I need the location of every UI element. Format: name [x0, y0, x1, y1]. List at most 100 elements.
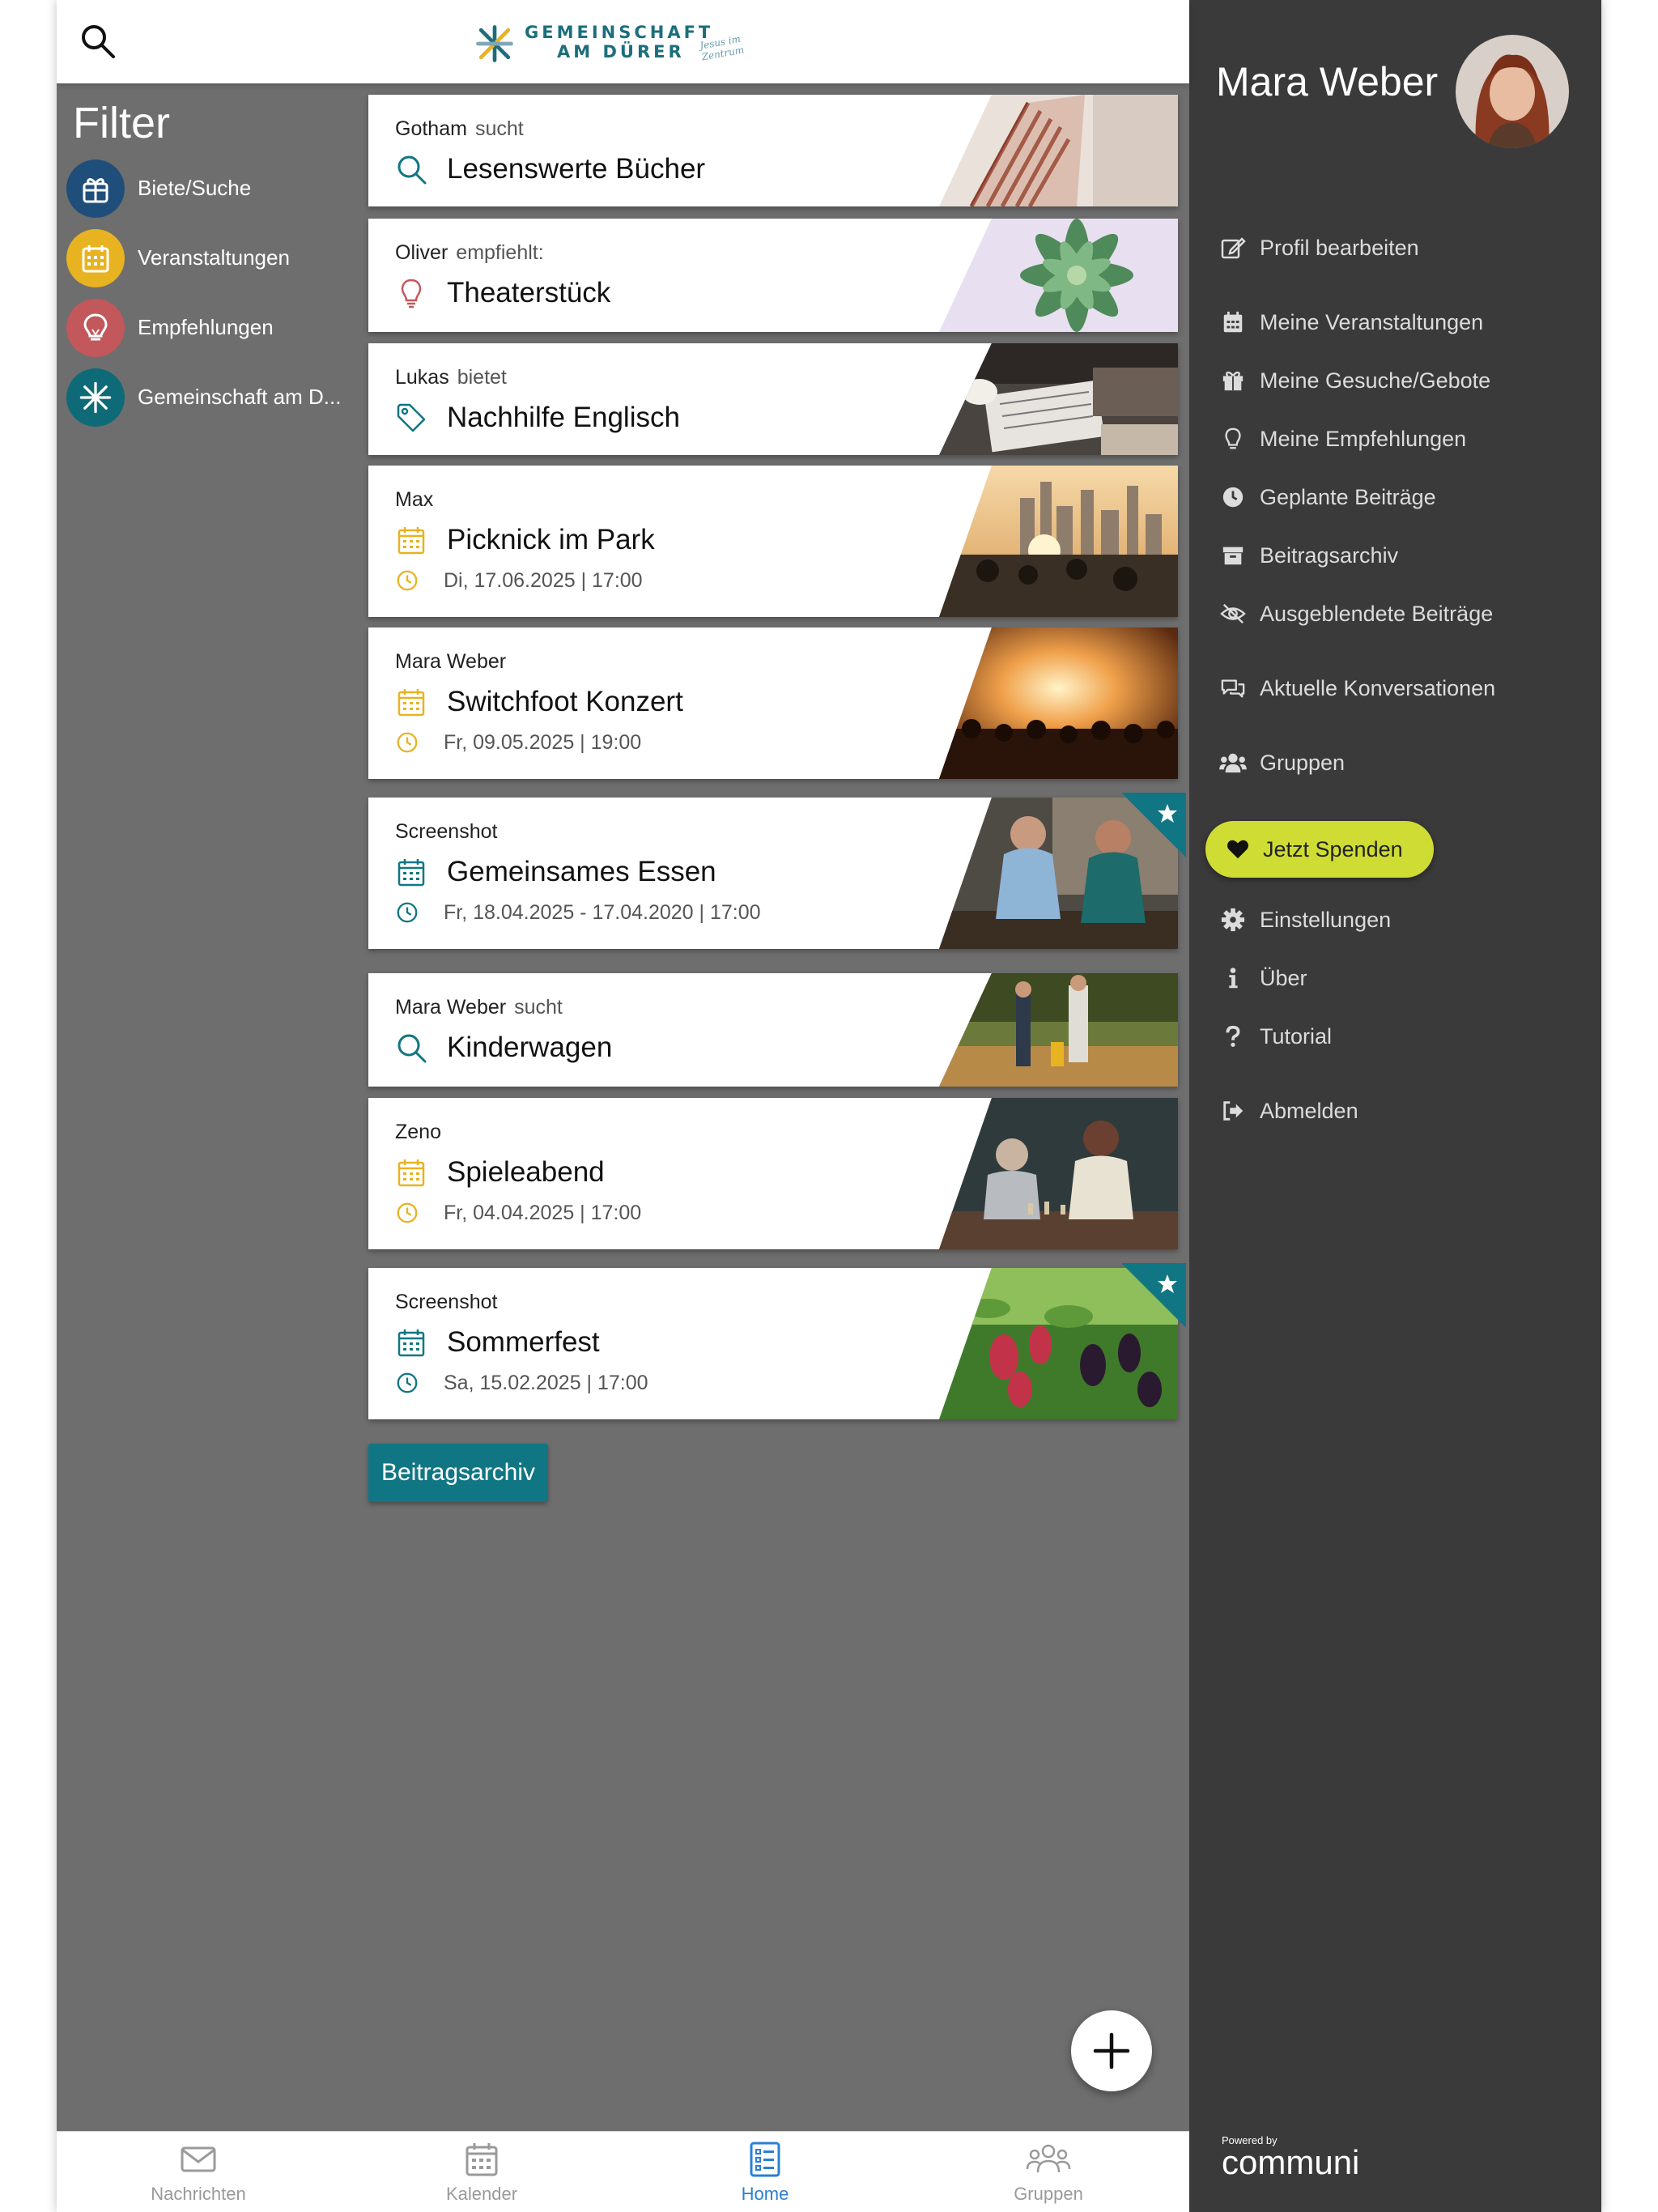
side-menu: Mara Weber Profil bearbeiten Meine Veran…	[1189, 0, 1601, 2212]
post-author-line: Zeno	[395, 1121, 441, 1144]
search-icon[interactable]	[79, 23, 117, 60]
users-icon	[1218, 748, 1248, 777]
calendar-icon	[397, 859, 425, 887]
menu-tutorial[interactable]: Tutorial	[1218, 1020, 1567, 1053]
menu-groups[interactable]: Gruppen	[1218, 747, 1567, 779]
menu-my-offers[interactable]: Meine Gesuche/Gebote	[1218, 364, 1567, 397]
community-logo-icon	[476, 25, 513, 62]
top-bar: GEMEINSCHAFT AM DÜRER Jesus im Zentrum	[57, 0, 1189, 83]
post-title: Kinderwagen	[447, 1032, 613, 1063]
post-card[interactable]: Lukas bietet Nachhilfe Englisch	[368, 343, 1178, 455]
clock-icon	[397, 732, 418, 753]
post-image-city	[939, 466, 1178, 617]
menu-label: Tutorial	[1260, 1023, 1333, 1049]
post-author-line: Max	[395, 488, 433, 512]
post-card[interactable]: Screenshot Sommerfest Sa, 15.02.2025 | 1…	[368, 1263, 1186, 1419]
menu-label: Aktuelle Konversationen	[1260, 675, 1496, 700]
menu-logout[interactable]: Abmelden	[1218, 1095, 1567, 1127]
post-card[interactable]: Zeno Spieleabend Fr, 04.04.2025 | 17:00	[368, 1098, 1178, 1249]
post-title-row: Spieleabend	[395, 1155, 605, 1190]
post-author-line: Mara Weber	[395, 650, 506, 674]
post-title: Nachhilfe Englisch	[447, 402, 680, 433]
clock-icon	[1218, 483, 1248, 512]
menu-label: Meine Empfehlungen	[1260, 426, 1467, 451]
post-card[interactable]: Mara Weber Switchfoot Konzert Fr, 09.05.…	[368, 627, 1178, 779]
calendar-icon	[397, 1159, 425, 1187]
logo-line-1: GEMEINSCHAFT	[525, 23, 714, 42]
add-post-button[interactable]	[1071, 2010, 1152, 2091]
filter-label: Biete/Suche	[138, 176, 252, 200]
post-image-park	[939, 973, 1178, 1087]
post-author: Lukas	[395, 366, 449, 389]
post-date-row: Fr, 18.04.2025 - 17.04.2020 | 17:00	[395, 900, 761, 925]
menu-settings[interactable]: Einstellungen	[1218, 904, 1567, 936]
info-icon	[1218, 963, 1248, 993]
menu-conversations[interactable]: Aktuelle Konversationen	[1218, 672, 1567, 704]
calendar-icon	[1218, 308, 1248, 337]
post-title: Gemeinsames Essen	[447, 856, 716, 887]
lightbulb-icon	[83, 313, 108, 341]
post-title: Spieleabend	[447, 1156, 605, 1188]
post-card[interactable]: Mara Weber sucht Kinderwagen	[368, 973, 1178, 1087]
menu-edit-profile[interactable]: Profil bearbeiten	[1218, 232, 1567, 264]
community-logo-icon	[79, 381, 112, 414]
menu-label: Meine Veranstaltungen	[1260, 309, 1484, 334]
filter-item-recommendations[interactable]: Empfehlungen	[66, 299, 358, 357]
logo-wordmark: GEMEINSCHAFT AM DÜRER	[525, 23, 713, 62]
post-image-desk	[939, 343, 1178, 455]
calendar-icon	[397, 1329, 425, 1357]
bottom-navigation: Nachrichten Kalender Home Gruppen	[57, 2131, 1189, 2212]
nav-label: Home	[741, 2184, 789, 2204]
menu-label: Beitragsarchiv	[1260, 542, 1399, 568]
post-date: Fr, 09.05.2025 | 19:00	[444, 730, 642, 754]
post-author: Mara Weber	[395, 650, 507, 673]
donate-button[interactable]: Jetzt Spenden	[1205, 821, 1434, 878]
post-author: Oliver	[395, 241, 449, 264]
nav-messages[interactable]: Nachrichten	[57, 2132, 340, 2212]
nav-groups[interactable]: Gruppen	[907, 2132, 1190, 2212]
clock-icon	[397, 1202, 418, 1223]
post-author: Gotham	[395, 117, 467, 140]
calendar-icon	[397, 527, 425, 555]
chat-icon	[1218, 674, 1248, 703]
post-date-row: Di, 17.06.2025 | 17:00	[395, 568, 643, 593]
filter-circle	[66, 229, 125, 287]
post-author: Screenshot	[395, 1291, 498, 1313]
post-card[interactable]: Max Picknick im Park Di, 17.06.2025 | 17…	[368, 466, 1178, 617]
menu-post-archive[interactable]: Beitragsarchiv	[1218, 539, 1567, 572]
post-card[interactable]: Oliver empfiehlt: Theaterstück	[368, 219, 1178, 332]
menu-scheduled-posts[interactable]: Geplante Beiträge	[1218, 481, 1567, 513]
post-image-chess	[939, 1098, 1178, 1249]
archive-button[interactable]: Beitragsarchiv	[368, 1444, 548, 1502]
post-date-row: Fr, 09.05.2025 | 19:00	[395, 730, 641, 755]
logout-icon	[1218, 1096, 1248, 1125]
filter-item-offer-search[interactable]: Biete/Suche	[66, 160, 358, 218]
post-author-line: Gotham sucht	[395, 117, 524, 141]
post-title-row: Picknick im Park	[395, 522, 655, 558]
post-date-row: Sa, 15.02.2025 | 17:00	[395, 1370, 648, 1396]
post-title-row: Lesenswerte Bücher	[395, 151, 705, 187]
avatar[interactable]	[1456, 35, 1569, 148]
nav-label: Kalender	[445, 2184, 518, 2204]
community-logo: GEMEINSCHAFT AM DÜRER Jesus im Zentrum	[472, 19, 772, 68]
menu-about[interactable]: Über	[1218, 962, 1567, 994]
lightbulb-icon	[1218, 424, 1248, 453]
post-title-row: Kinderwagen	[395, 1030, 612, 1066]
post-card[interactable]: Gotham sucht Lesenswerte Bücher	[368, 95, 1178, 206]
menu-hidden-posts[interactable]: Ausgeblendete Beiträge	[1218, 598, 1567, 630]
group-icon	[1026, 2144, 1071, 2173]
post-verb: sucht	[474, 117, 524, 140]
filter-item-events[interactable]: Veranstaltungen	[66, 229, 358, 287]
post-author: Mara Weber	[395, 996, 507, 1019]
filter-label: Gemeinschaft am D...	[138, 385, 342, 409]
post-title-row: Sommerfest	[395, 1325, 600, 1360]
featured-star-badge	[1121, 793, 1186, 857]
post-author-line: Mara Weber sucht	[395, 996, 563, 1019]
menu-my-events[interactable]: Meine Veranstaltungen	[1218, 306, 1567, 338]
nav-calendar[interactable]: Kalender	[340, 2132, 623, 2212]
menu-my-recommendations[interactable]: Meine Empfehlungen	[1218, 423, 1567, 455]
nav-home[interactable]: Home	[623, 2132, 907, 2212]
filter-item-community[interactable]: Gemeinschaft am D...	[66, 368, 358, 427]
post-card[interactable]: Screenshot Gemeinsames Essen Fr, 18.04.2…	[368, 793, 1186, 949]
archive-icon	[1218, 541, 1248, 570]
